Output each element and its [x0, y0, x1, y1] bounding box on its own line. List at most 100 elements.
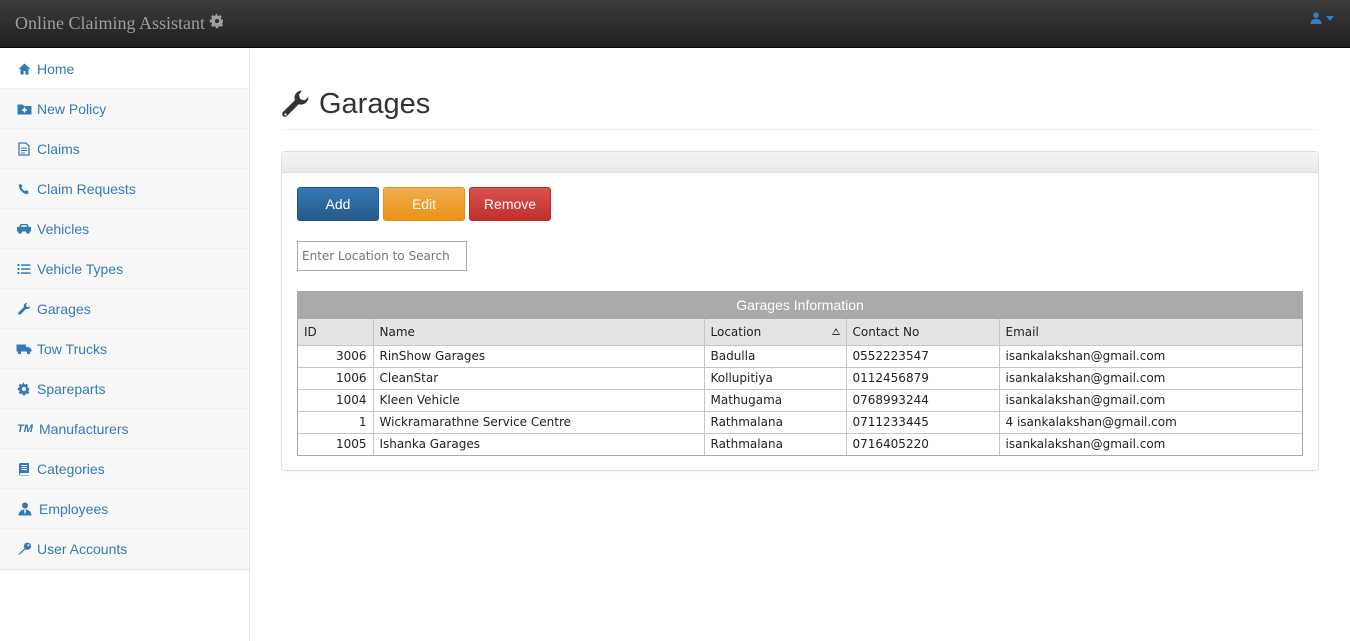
car-icon	[15, 222, 33, 236]
main-content: Garages Add Edit Remove Garages Informat…	[281, 49, 1319, 471]
column-header-name[interactable]: Name	[373, 319, 705, 346]
sidebar-item-label: Manufacturers	[39, 420, 129, 437]
key-icon	[15, 542, 33, 556]
cell-contact: 0716405220	[846, 433, 1000, 455]
panel-heading	[282, 152, 1318, 173]
table-row[interactable]: 3006 RinShow Garages Badulla 0552223547 …	[298, 345, 1302, 368]
grid-caption: Garages Information	[298, 292, 1302, 319]
document-icon	[15, 141, 33, 156]
sidebar-item-label: New Policy	[37, 100, 107, 117]
cell-email: isankalakshan@gmail.com	[999, 389, 1302, 412]
sidebar-item-label: Home	[37, 60, 75, 77]
cell-contact: 0112456879	[846, 367, 1000, 390]
sidebar-item-claim-requests[interactable]: Claim Requests	[0, 169, 249, 209]
user-menu[interactable]	[1310, 12, 1334, 24]
toolbar: Add Edit Remove	[297, 187, 1303, 221]
garages-table: ID Name Location Contact No Email 3006 R…	[298, 319, 1302, 455]
sidebar-item-vehicles[interactable]: Vehicles	[0, 209, 249, 249]
cell-location: Rathmalana	[704, 411, 847, 434]
cell-email: 4 isankalakshan@gmail.com	[999, 411, 1302, 434]
garages-panel: Add Edit Remove Garages Information ID N…	[281, 151, 1319, 471]
table-row[interactable]: 1 Wickramarathne Service Centre Rathmala…	[298, 411, 1302, 434]
cell-id: 3006	[298, 345, 374, 368]
cell-id: 1	[298, 411, 374, 434]
list-icon	[15, 262, 33, 276]
folder-plus-icon	[15, 102, 33, 116]
cell-location: Mathugama	[704, 389, 847, 412]
sidebar-item-tow-trucks[interactable]: Tow Trucks	[0, 329, 249, 369]
cell-contact: 0768993244	[846, 389, 1000, 412]
cell-contact: 0552223547	[846, 345, 1000, 368]
add-button[interactable]: Add	[297, 187, 379, 221]
column-header-label: Location	[710, 324, 762, 339]
sidebar-item-new-policy[interactable]: New Policy	[0, 89, 249, 129]
sidebar-item-label: Claims	[37, 140, 80, 157]
sidebar-item-spareparts[interactable]: Spareparts	[0, 369, 249, 409]
cell-name: Kleen Vehicle	[373, 389, 705, 412]
cell-contact: 0711233445	[846, 411, 1000, 434]
cell-location: Badulla	[704, 345, 847, 368]
sidebar-item-categories[interactable]: Categories	[0, 449, 249, 489]
sidebar-item-label: Spareparts	[37, 380, 106, 397]
phone-icon	[15, 182, 33, 196]
table-row[interactable]: 1004 Kleen Vehicle Mathugama 0768993244 …	[298, 389, 1302, 412]
column-header-location[interactable]: Location	[704, 319, 847, 346]
brand-title: Online Claiming Assistant	[15, 13, 206, 33]
garages-grid: Garages Information ID Name Location Con…	[297, 291, 1303, 456]
user-tie-icon	[15, 502, 35, 516]
sort-ascending-icon	[831, 328, 840, 335]
brand[interactable]: Online Claiming Assistant	[15, 13, 225, 34]
column-header-contact[interactable]: Contact No	[846, 319, 1000, 346]
sidebar-item-label: Garages	[37, 300, 91, 317]
sidebar-nav: Home New Policy Claims Claim Requests Ve…	[0, 49, 249, 570]
remove-button[interactable]: Remove	[469, 187, 551, 221]
sidebar: Home New Policy Claims Claim Requests Ve…	[0, 49, 250, 641]
wrench-icon	[15, 302, 33, 316]
cell-name: RinShow Garages	[373, 345, 705, 368]
edit-button[interactable]: Edit	[383, 187, 465, 221]
sidebar-item-garages[interactable]: Garages	[0, 289, 249, 329]
sidebar-item-label: Employees	[39, 500, 109, 517]
user-icon	[1310, 12, 1322, 24]
gear-icon	[209, 13, 225, 34]
sidebar-item-home[interactable]: Home	[0, 49, 249, 89]
sidebar-item-claims[interactable]: Claims	[0, 129, 249, 169]
cell-name: Wickramarathne Service Centre	[373, 411, 705, 434]
truck-icon	[15, 342, 33, 356]
page-title: Garages	[319, 88, 431, 120]
wrench-icon	[281, 89, 311, 119]
cell-name: CleanStar	[373, 367, 705, 390]
cell-email: isankalakshan@gmail.com	[999, 345, 1302, 368]
table-row[interactable]: 1005 Ishanka Garages Rathmalana 07164052…	[298, 433, 1302, 455]
sidebar-item-label: Categories	[37, 460, 105, 477]
table-header-row: ID Name Location Contact No Email	[298, 319, 1302, 346]
cell-id: 1004	[298, 389, 374, 412]
gear-icon	[15, 382, 33, 396]
column-header-email[interactable]: Email	[999, 319, 1302, 346]
sidebar-item-employees[interactable]: Employees	[0, 489, 249, 529]
sidebar-item-label: Vehicle Types	[37, 260, 124, 277]
chevron-down-icon	[1326, 15, 1334, 21]
cell-location: Kollupitiya	[704, 367, 847, 390]
column-header-id[interactable]: ID	[298, 319, 374, 346]
sidebar-item-label: Claim Requests	[37, 180, 136, 197]
cell-id: 1005	[298, 433, 374, 455]
sidebar-item-label: User Accounts	[37, 540, 128, 557]
home-icon	[15, 62, 33, 76]
sidebar-item-label: Vehicles	[37, 220, 90, 237]
page-header: Garages	[281, 88, 1319, 130]
cell-email: isankalakshan@gmail.com	[999, 367, 1302, 390]
book-icon	[15, 462, 33, 476]
cell-id: 1006	[298, 367, 374, 390]
panel-body: Add Edit Remove Garages Information ID N…	[282, 173, 1318, 470]
location-search-input[interactable]	[297, 241, 467, 271]
cell-name: Ishanka Garages	[373, 433, 705, 455]
top-navbar: Online Claiming Assistant	[0, 0, 1350, 48]
sidebar-item-user-accounts[interactable]: User Accounts	[0, 529, 249, 569]
table-row[interactable]: 1006 CleanStar Kollupitiya 0112456879 is…	[298, 367, 1302, 390]
sidebar-item-manufacturers[interactable]: TM Manufacturers	[0, 409, 249, 449]
trademark-icon: TM	[17, 422, 33, 435]
cell-email: isankalakshan@gmail.com	[1005, 437, 1166, 452]
sidebar-item-vehicle-types[interactable]: Vehicle Types	[0, 249, 249, 289]
sidebar-item-label: Tow Trucks	[37, 340, 108, 357]
